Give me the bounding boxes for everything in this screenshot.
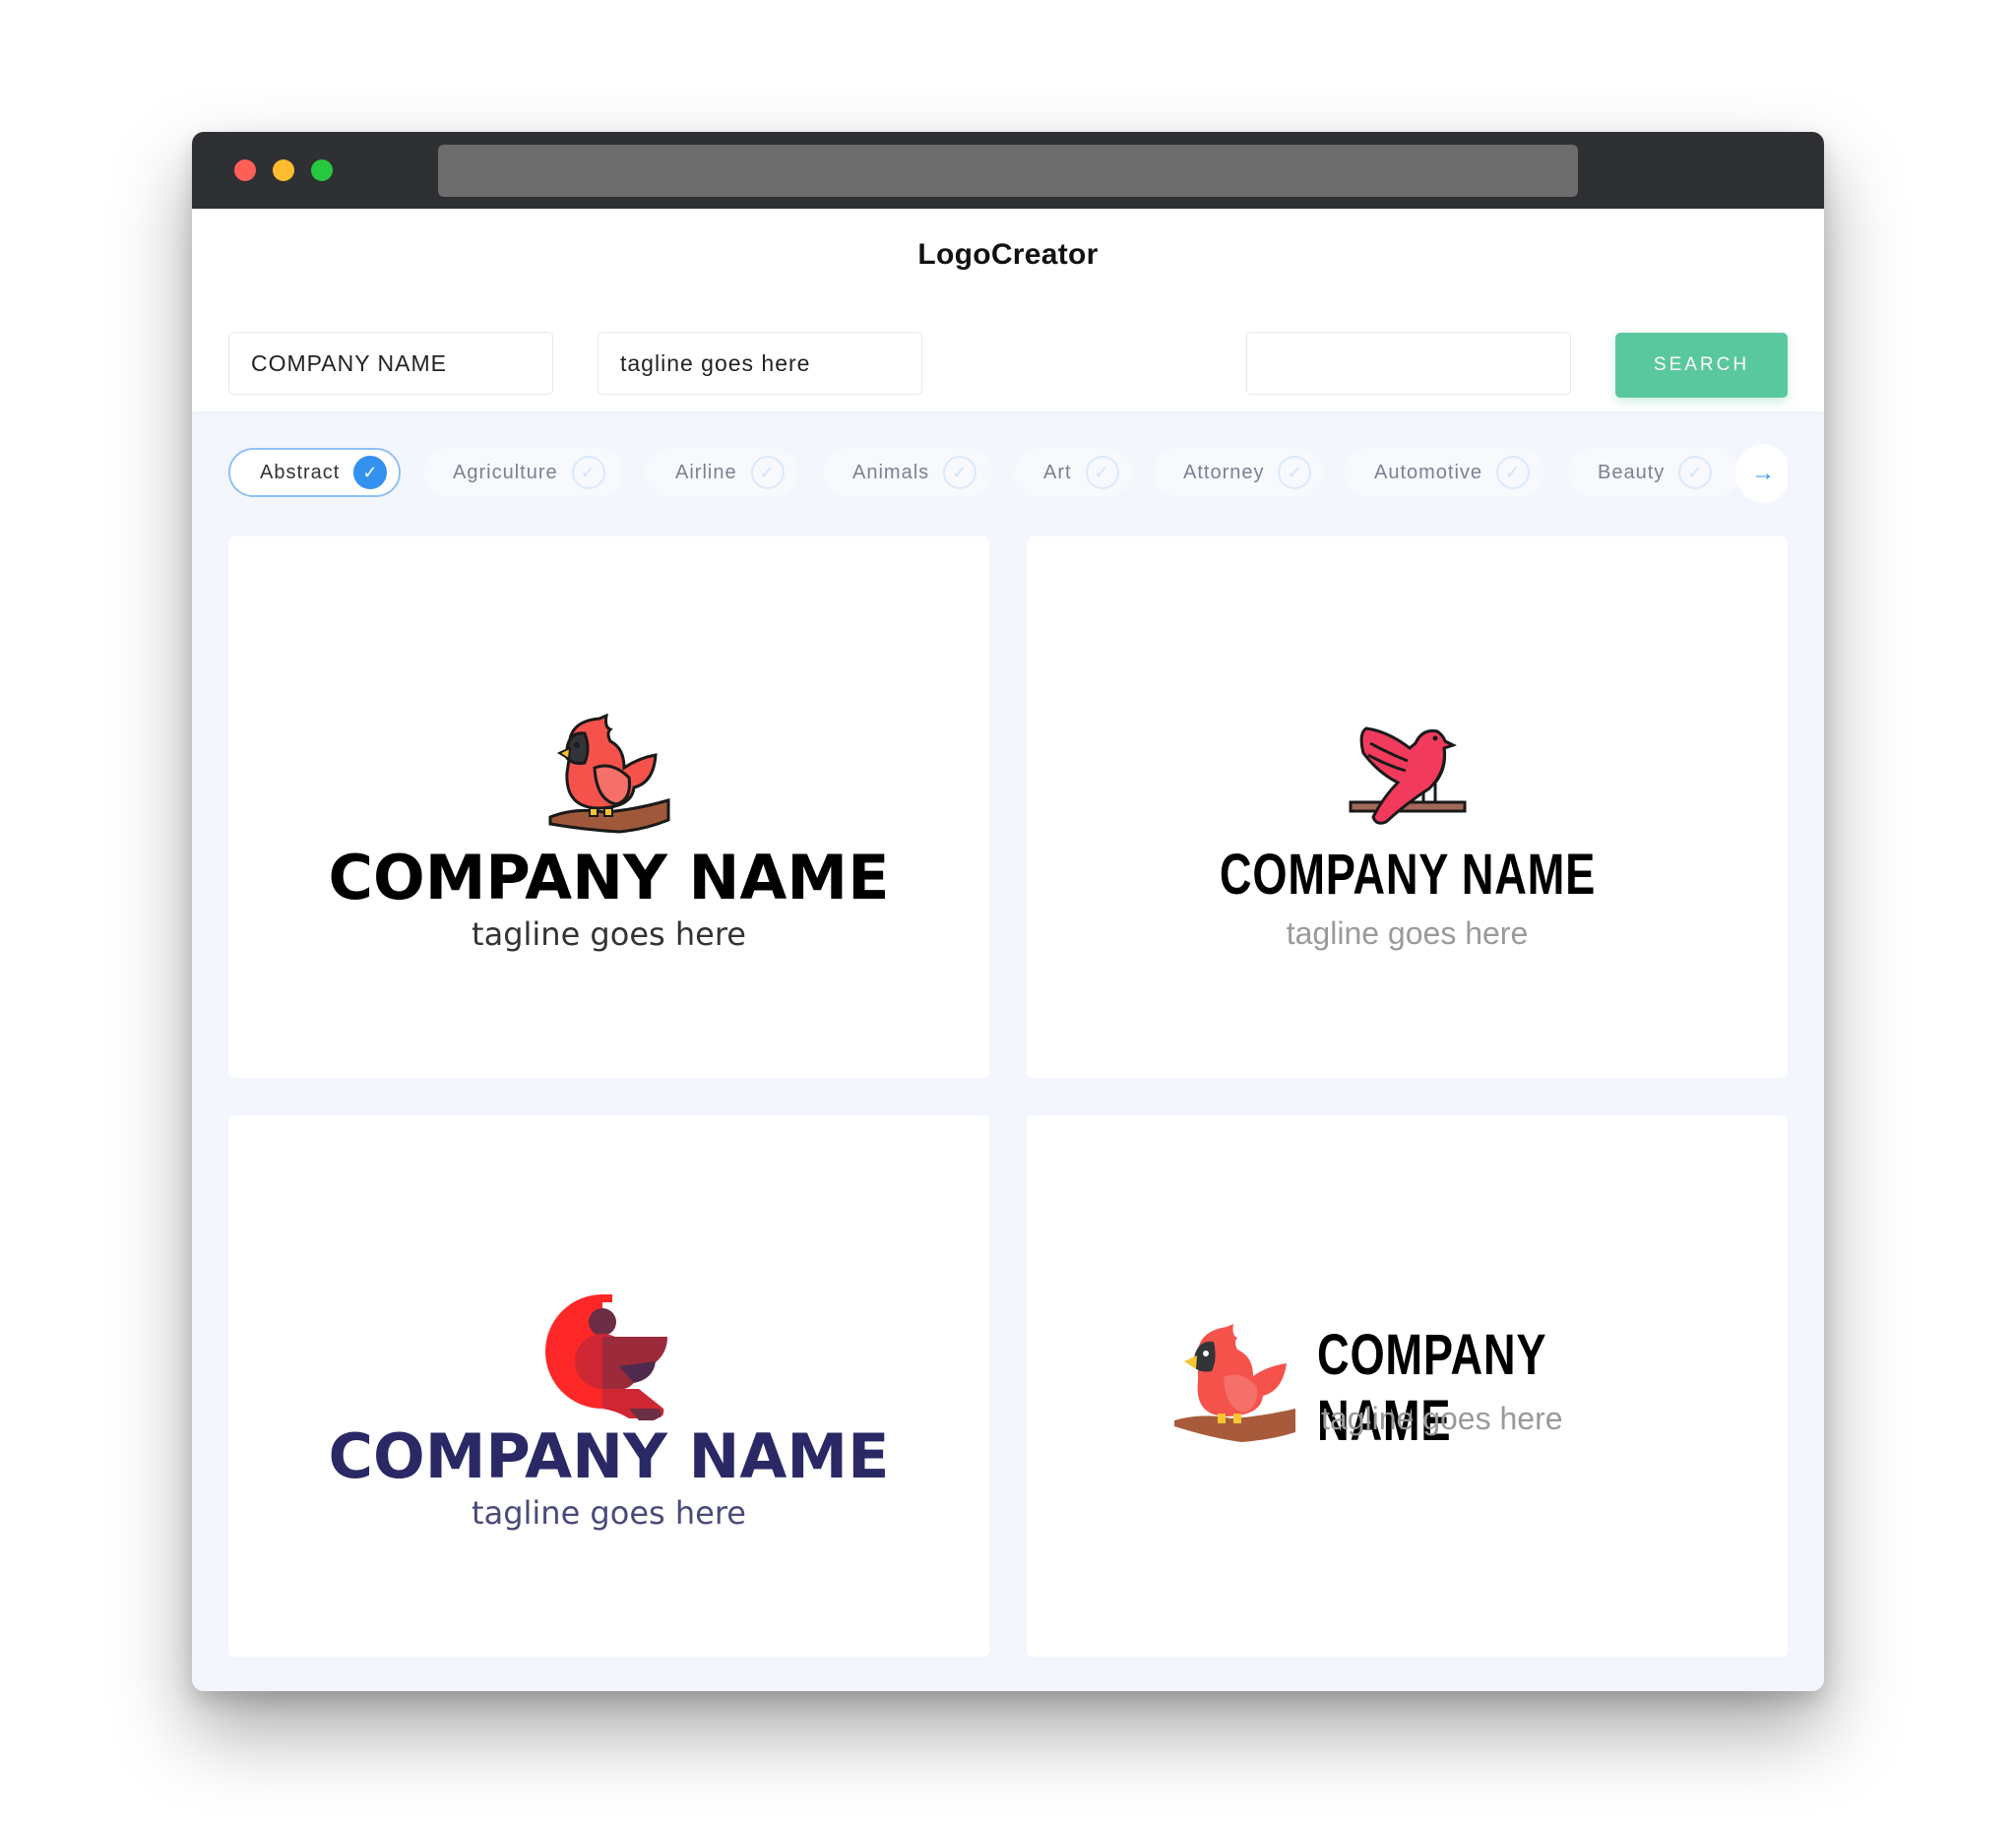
logo-company-name: COMPANY NAME bbox=[1219, 843, 1596, 907]
cardinal-on-branch-flat-icon bbox=[1174, 1324, 1295, 1442]
maximize-window-button[interactable] bbox=[311, 159, 333, 181]
logo-tagline: tagline goes here bbox=[1286, 915, 1529, 951]
browser-window: LogoCreator COMPANY NAME tagline goes he… bbox=[192, 132, 1824, 1691]
check-icon: ✓ bbox=[1496, 456, 1531, 489]
check-icon: ✓ bbox=[750, 456, 785, 489]
check-icon: ✓ bbox=[1085, 456, 1119, 489]
category-label: Automotive bbox=[1374, 461, 1483, 483]
check-icon: ✓ bbox=[1278, 456, 1312, 489]
logo-company-name: COMPANY NAME bbox=[328, 842, 890, 913]
category-label: Animals bbox=[852, 461, 930, 483]
category-pill-art[interactable]: Art ✓ bbox=[1014, 448, 1132, 497]
logo-icon-cardinal-outline bbox=[228, 714, 989, 837]
category-pill-airline[interactable]: Airline ✓ bbox=[646, 448, 797, 497]
geometric-cardinal-icon bbox=[544, 1294, 667, 1420]
logo-tagline: tagline goes here bbox=[472, 915, 746, 953]
category-pill-attorney[interactable]: Attorney ✓ bbox=[1154, 448, 1323, 497]
category-pill-animals[interactable]: Animals ✓ bbox=[823, 448, 992, 497]
category-pill-agriculture[interactable]: Agriculture ✓ bbox=[423, 448, 623, 497]
site-logo-title[interactable]: LogoCreator bbox=[192, 238, 1824, 272]
bird-on-perch-outline-icon bbox=[1349, 726, 1466, 825]
search-bar: COMPANY NAME tagline goes here SEARCH bbox=[192, 309, 1824, 411]
category-pill-automotive[interactable]: Automotive ✓ bbox=[1345, 448, 1544, 497]
logo-icon-geometric-cardinal bbox=[228, 1292, 989, 1420]
check-icon: ✓ bbox=[353, 456, 388, 489]
next-categories-button[interactable]: → bbox=[1735, 444, 1788, 503]
logo-tagline: tagline goes here bbox=[1321, 1401, 1563, 1436]
search-button[interactable]: SEARCH bbox=[1615, 333, 1788, 398]
category-label: Attorney bbox=[1183, 461, 1265, 483]
company-name-input[interactable]: COMPANY NAME bbox=[228, 332, 553, 395]
category-label: Abstract bbox=[260, 461, 341, 483]
category-filter: Abstract ✓ Agriculture ✓ Airline ✓ Anima… bbox=[228, 442, 1788, 511]
category-label: Art bbox=[1043, 461, 1072, 483]
check-icon: ✓ bbox=[1678, 456, 1713, 489]
check-icon: ✓ bbox=[943, 456, 977, 489]
arrow-right-icon: → bbox=[1751, 460, 1775, 486]
category-pill-beauty[interactable]: Beauty ✓ bbox=[1568, 448, 1740, 497]
title-bar bbox=[192, 132, 1824, 209]
address-bar[interactable] bbox=[438, 145, 1578, 197]
tagline-input[interactable]: tagline goes here bbox=[598, 332, 922, 395]
logo-company-name: COMPANY NAME bbox=[328, 1420, 890, 1492]
category-label: Agriculture bbox=[453, 461, 558, 483]
category-label: Beauty bbox=[1598, 461, 1666, 483]
logo-icon-bird-perch bbox=[1027, 723, 1788, 827]
category-label: Airline bbox=[675, 461, 737, 483]
logo-card[interactable]: COMPANY NAME tagline goes here bbox=[1027, 536, 1788, 1078]
logo-icon-cardinal-flat bbox=[1172, 1322, 1298, 1445]
logo-company-name-wrap: COMPANY NAME bbox=[1027, 842, 1788, 908]
logo-card[interactable]: COMPANY NAME tagline goes here bbox=[1027, 1115, 1788, 1657]
category-pill-abstract[interactable]: Abstract ✓ bbox=[228, 448, 401, 497]
cardinal-on-branch-outline-icon bbox=[548, 714, 669, 834]
logo-tagline: tagline goes here bbox=[472, 1494, 746, 1532]
logo-card[interactable]: COMPANY NAME tagline goes here bbox=[228, 1115, 989, 1657]
check-icon: ✓ bbox=[571, 456, 605, 489]
close-window-button[interactable] bbox=[234, 159, 256, 181]
minimize-window-button[interactable] bbox=[273, 159, 294, 181]
logo-card[interactable]: COMPANY NAME tagline goes here bbox=[228, 536, 989, 1078]
keyword-input[interactable] bbox=[1246, 332, 1571, 395]
site-header: LogoCreator bbox=[192, 209, 1824, 310]
